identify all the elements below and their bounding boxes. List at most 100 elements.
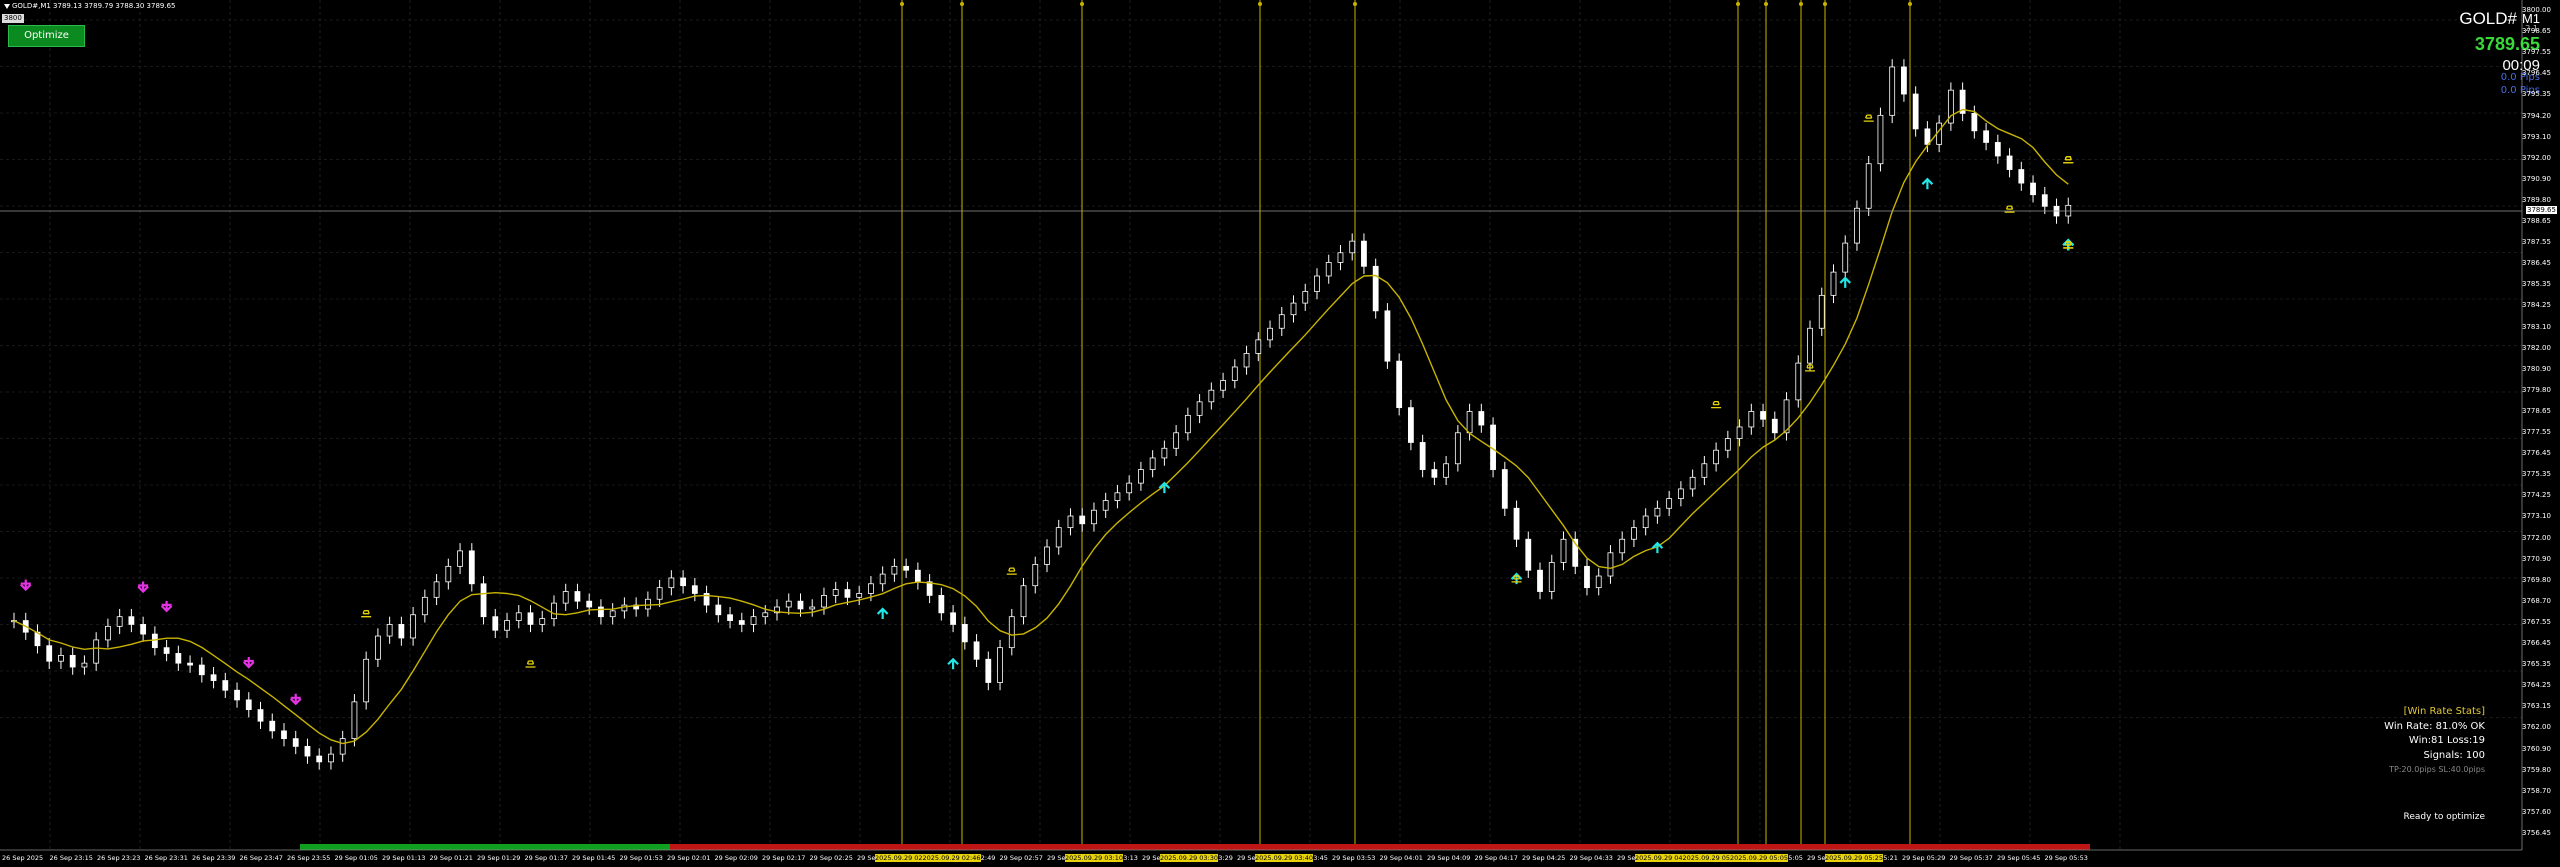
candle-body bbox=[903, 565, 910, 571]
price-axis-label: 3759.80 bbox=[2522, 765, 2551, 774]
price-axis-label: 3794.20 bbox=[2522, 111, 2551, 120]
signal-time-tag: 2025.09.29 02:46 bbox=[922, 854, 981, 862]
signal-vline-dot bbox=[1823, 2, 1827, 6]
candle-body bbox=[1114, 492, 1121, 501]
candle-body bbox=[1349, 240, 1356, 254]
candle-body bbox=[1020, 585, 1027, 618]
candle-body bbox=[515, 612, 522, 621]
candle-body bbox=[351, 701, 358, 740]
price-axis-label: 3766.45 bbox=[2522, 639, 2551, 647]
candle-body bbox=[926, 581, 933, 596]
candle-body bbox=[821, 594, 827, 608]
candle-body bbox=[1102, 500, 1109, 511]
candle-body bbox=[1642, 515, 1649, 529]
time-axis-label: 29 Sep 02:17 bbox=[762, 854, 806, 862]
time-axis-label: 29 Sep 02:01 bbox=[667, 854, 711, 862]
candle-body bbox=[551, 602, 557, 620]
candle-body bbox=[105, 625, 111, 641]
candle-body bbox=[762, 612, 769, 618]
candle-body bbox=[1713, 449, 1720, 465]
candle-body bbox=[58, 654, 64, 662]
time-axis-label: 29 Sep 04:01 bbox=[1379, 854, 1423, 862]
candle-body bbox=[1994, 142, 2001, 157]
candle-body bbox=[586, 600, 593, 608]
time-axis-label: 29 Sep 04:33 bbox=[1569, 854, 1613, 862]
stats-win-rate: Win Rate: 81.0% OK bbox=[2384, 720, 2485, 732]
candle-body bbox=[1854, 207, 1860, 244]
candle-body bbox=[809, 606, 816, 610]
candle-body bbox=[1149, 457, 1156, 470]
candle-body bbox=[1126, 482, 1133, 494]
stats-header: [Win Rate Stats] bbox=[2403, 706, 2485, 717]
stats-win-loss: Win:81 Loss:19 bbox=[2408, 735, 2485, 746]
price-axis-label: 3780.90 bbox=[2522, 364, 2551, 373]
candle-body bbox=[1290, 302, 1297, 316]
candle-body bbox=[1008, 616, 1015, 649]
candle-body bbox=[868, 583, 874, 594]
candle-body bbox=[93, 639, 100, 664]
price-axis-label: 3798.65 bbox=[2522, 27, 2551, 36]
signal-vline-dot bbox=[900, 2, 904, 6]
time-axis-label: 29 Sep 01:05 bbox=[334, 854, 378, 862]
candle-body bbox=[656, 587, 663, 600]
time-axis-label: 26 Sep 23:47 bbox=[239, 854, 283, 862]
price-axis-label: 3795.35 bbox=[2522, 90, 2551, 99]
signal-time-tag: 2025.09.29 03:40 bbox=[1255, 854, 1314, 862]
candle-body bbox=[1501, 469, 1508, 509]
time-axis-label: 29 Sep 04:17 bbox=[1474, 854, 1518, 862]
y-top-label: 3800 bbox=[2, 14, 24, 23]
candle-body bbox=[1138, 469, 1144, 484]
candle-body bbox=[1724, 438, 1731, 451]
candle-body bbox=[562, 591, 569, 604]
symbol-label: GOLD# bbox=[2459, 9, 2517, 28]
chevron-down-icon[interactable] bbox=[4, 3, 10, 9]
price-axis-label: 3792.00 bbox=[2522, 153, 2551, 162]
candle-body bbox=[2041, 194, 2048, 207]
candle-body bbox=[1771, 418, 1778, 434]
candle-body bbox=[1243, 353, 1250, 368]
candle-body bbox=[1971, 112, 1978, 132]
candlestick-series bbox=[11, 59, 2072, 770]
candle-body bbox=[304, 745, 311, 757]
candle-body bbox=[1173, 432, 1180, 449]
time-axis-label: 26 Sep 23:23 bbox=[97, 854, 141, 862]
candle-body bbox=[750, 616, 757, 625]
price-axis-label: 3790.90 bbox=[2522, 174, 2551, 183]
candle-body bbox=[1032, 564, 1039, 587]
candle-body bbox=[1067, 515, 1074, 529]
candle-body bbox=[1748, 411, 1755, 428]
candle-body bbox=[1677, 488, 1684, 500]
candle-body bbox=[140, 624, 147, 635]
candle-body bbox=[1842, 242, 1849, 273]
candle-body bbox=[363, 658, 370, 703]
candle-body bbox=[1889, 66, 1896, 116]
candle-body bbox=[785, 600, 792, 608]
candle-body bbox=[1631, 527, 1637, 540]
stats-signals: Signals: 100 bbox=[2423, 749, 2485, 761]
candle-body bbox=[81, 662, 88, 668]
candle-body bbox=[879, 573, 886, 585]
exit-marker-icon bbox=[1863, 114, 1874, 122]
price-axis-label: 3764.25 bbox=[2522, 681, 2551, 690]
candle-body bbox=[1689, 476, 1696, 490]
candle-body bbox=[644, 598, 651, 610]
candle-body bbox=[187, 662, 193, 666]
buy-arrow-icon bbox=[1158, 481, 1171, 494]
candle-body bbox=[1877, 114, 1884, 165]
price-axis-label: 3786.45 bbox=[2522, 259, 2551, 268]
candle-body bbox=[1736, 426, 1743, 439]
candle-body bbox=[691, 585, 698, 594]
candle-body bbox=[445, 565, 452, 583]
candle-body bbox=[914, 569, 921, 583]
price-axis-label: 3779.80 bbox=[2522, 385, 2551, 394]
candle-body bbox=[1091, 509, 1097, 525]
price-chart[interactable] bbox=[0, 0, 2560, 867]
candle-body bbox=[210, 674, 217, 681]
optimize-button[interactable]: Optimize bbox=[8, 25, 85, 47]
buy-arrow-icon bbox=[1921, 177, 1934, 190]
candle-body bbox=[1760, 411, 1766, 420]
candle-body bbox=[539, 618, 546, 625]
sell-arrow-icon bbox=[137, 581, 149, 594]
price-axis-label: 3757.60 bbox=[2522, 807, 2551, 816]
price-axis-label: 3785.35 bbox=[2522, 280, 2551, 289]
